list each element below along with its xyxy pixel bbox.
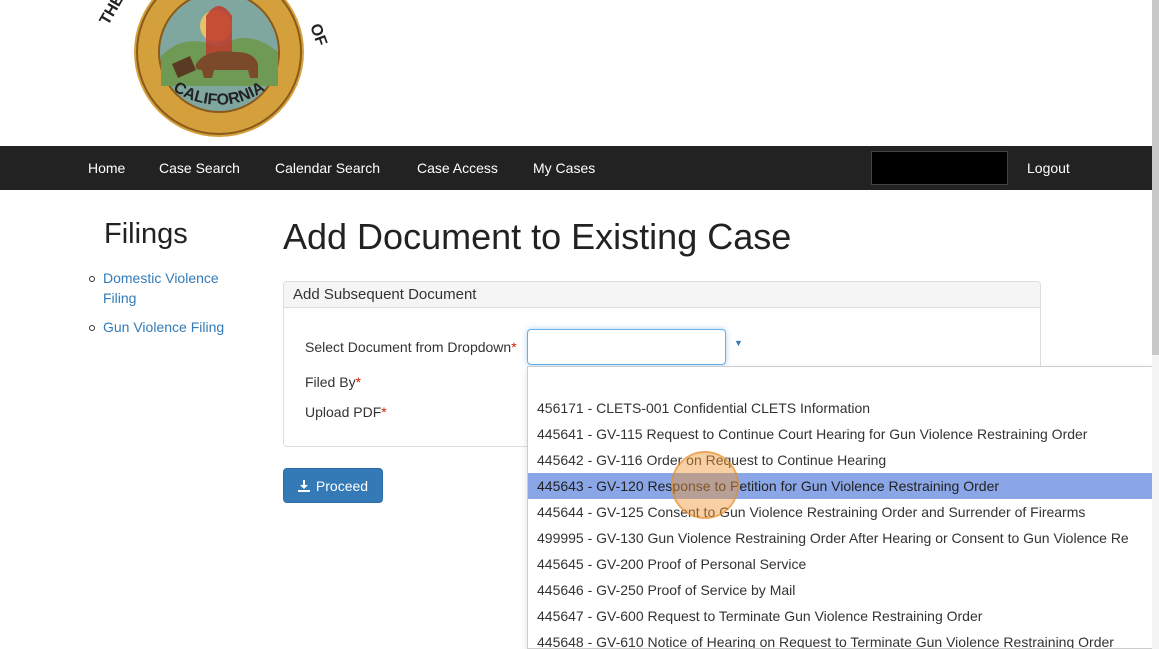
chevron-down-icon[interactable]: ▼ [734, 338, 743, 348]
page-title: Add Document to Existing Case [283, 216, 792, 257]
sidebar-item-gun-violence: Gun Violence Filing [88, 317, 248, 337]
required-marker: * [381, 404, 387, 420]
dropdown-option[interactable]: 456171 - CLETS-001 Confidential CLETS In… [528, 395, 1152, 421]
dropdown-option[interactable]: 445642 - GV-116 Order on Request to Cont… [528, 447, 1152, 473]
upload-pdf-label: Upload PDF* [305, 404, 387, 420]
dropdown-option[interactable]: 445645 - GV-200 Proof of Personal Servic… [528, 551, 1152, 577]
document-select-input[interactable] [527, 329, 726, 365]
sidebar-item-domestic-violence: Domestic Violence Filing [88, 268, 248, 308]
sidebar-title: Filings [104, 218, 188, 250]
document-dropdown-list: 456171 - CLETS-001 Confidential CLETS In… [527, 366, 1153, 649]
nav-case-access[interactable]: Case Access [417, 146, 498, 190]
svg-text:OF: OF [306, 22, 330, 49]
sidebar-filings-list: Domestic Violence Filing Gun Violence Fi… [88, 268, 248, 346]
proceed-button[interactable]: Proceed [283, 468, 383, 503]
panel-heading: Add Subsequent Document [284, 282, 1040, 308]
california-seal-logo: CALIFORNIA THE OF [86, 0, 352, 138]
dropdown-option[interactable]: 445648 - GV-610 Notice of Hearing on Req… [528, 629, 1152, 648]
dropdown-option[interactable]: 445647 - GV-600 Request to Terminate Gun… [528, 603, 1152, 629]
required-marker: * [355, 374, 362, 390]
domestic-violence-filing-link[interactable]: Domestic Violence Filing [103, 270, 219, 306]
dropdown-option-highlighted[interactable]: 445643 - GV-120 Response to Petition for… [528, 473, 1152, 499]
page-scrollbar[interactable] [1152, 0, 1159, 649]
nav-case-search[interactable]: Case Search [159, 146, 240, 190]
nav-calendar-search[interactable]: Calendar Search [275, 146, 380, 190]
download-icon [297, 479, 310, 492]
svg-text:THE: THE [97, 0, 128, 28]
required-marker: * [511, 339, 517, 355]
scrollbar-thumb[interactable] [1152, 0, 1159, 355]
filed-by-label: Filed By* [305, 374, 362, 390]
dropdown-option[interactable]: 499995 - GV-130 Gun Violence Restraining… [528, 525, 1152, 551]
top-navbar: Home Case Search Calendar Search Case Ac… [0, 146, 1152, 190]
logout-link[interactable]: Logout [1027, 146, 1070, 190]
dropdown-option[interactable]: 445646 - GV-250 Proof of Service by Mail [528, 577, 1152, 603]
nav-home[interactable]: Home [88, 146, 125, 190]
dropdown-option[interactable]: 445644 - GV-125 Consent to Gun Violence … [528, 499, 1152, 525]
proceed-label: Proceed [315, 477, 369, 494]
gun-violence-filing-link[interactable]: Gun Violence Filing [103, 319, 224, 335]
nav-my-cases[interactable]: My Cases [533, 146, 595, 190]
dropdown-option[interactable]: 445641 - GV-115 Request to Continue Cour… [528, 421, 1152, 447]
redacted-user-box [871, 151, 1008, 185]
select-document-label: Select Document from Dropdown* [305, 339, 517, 355]
